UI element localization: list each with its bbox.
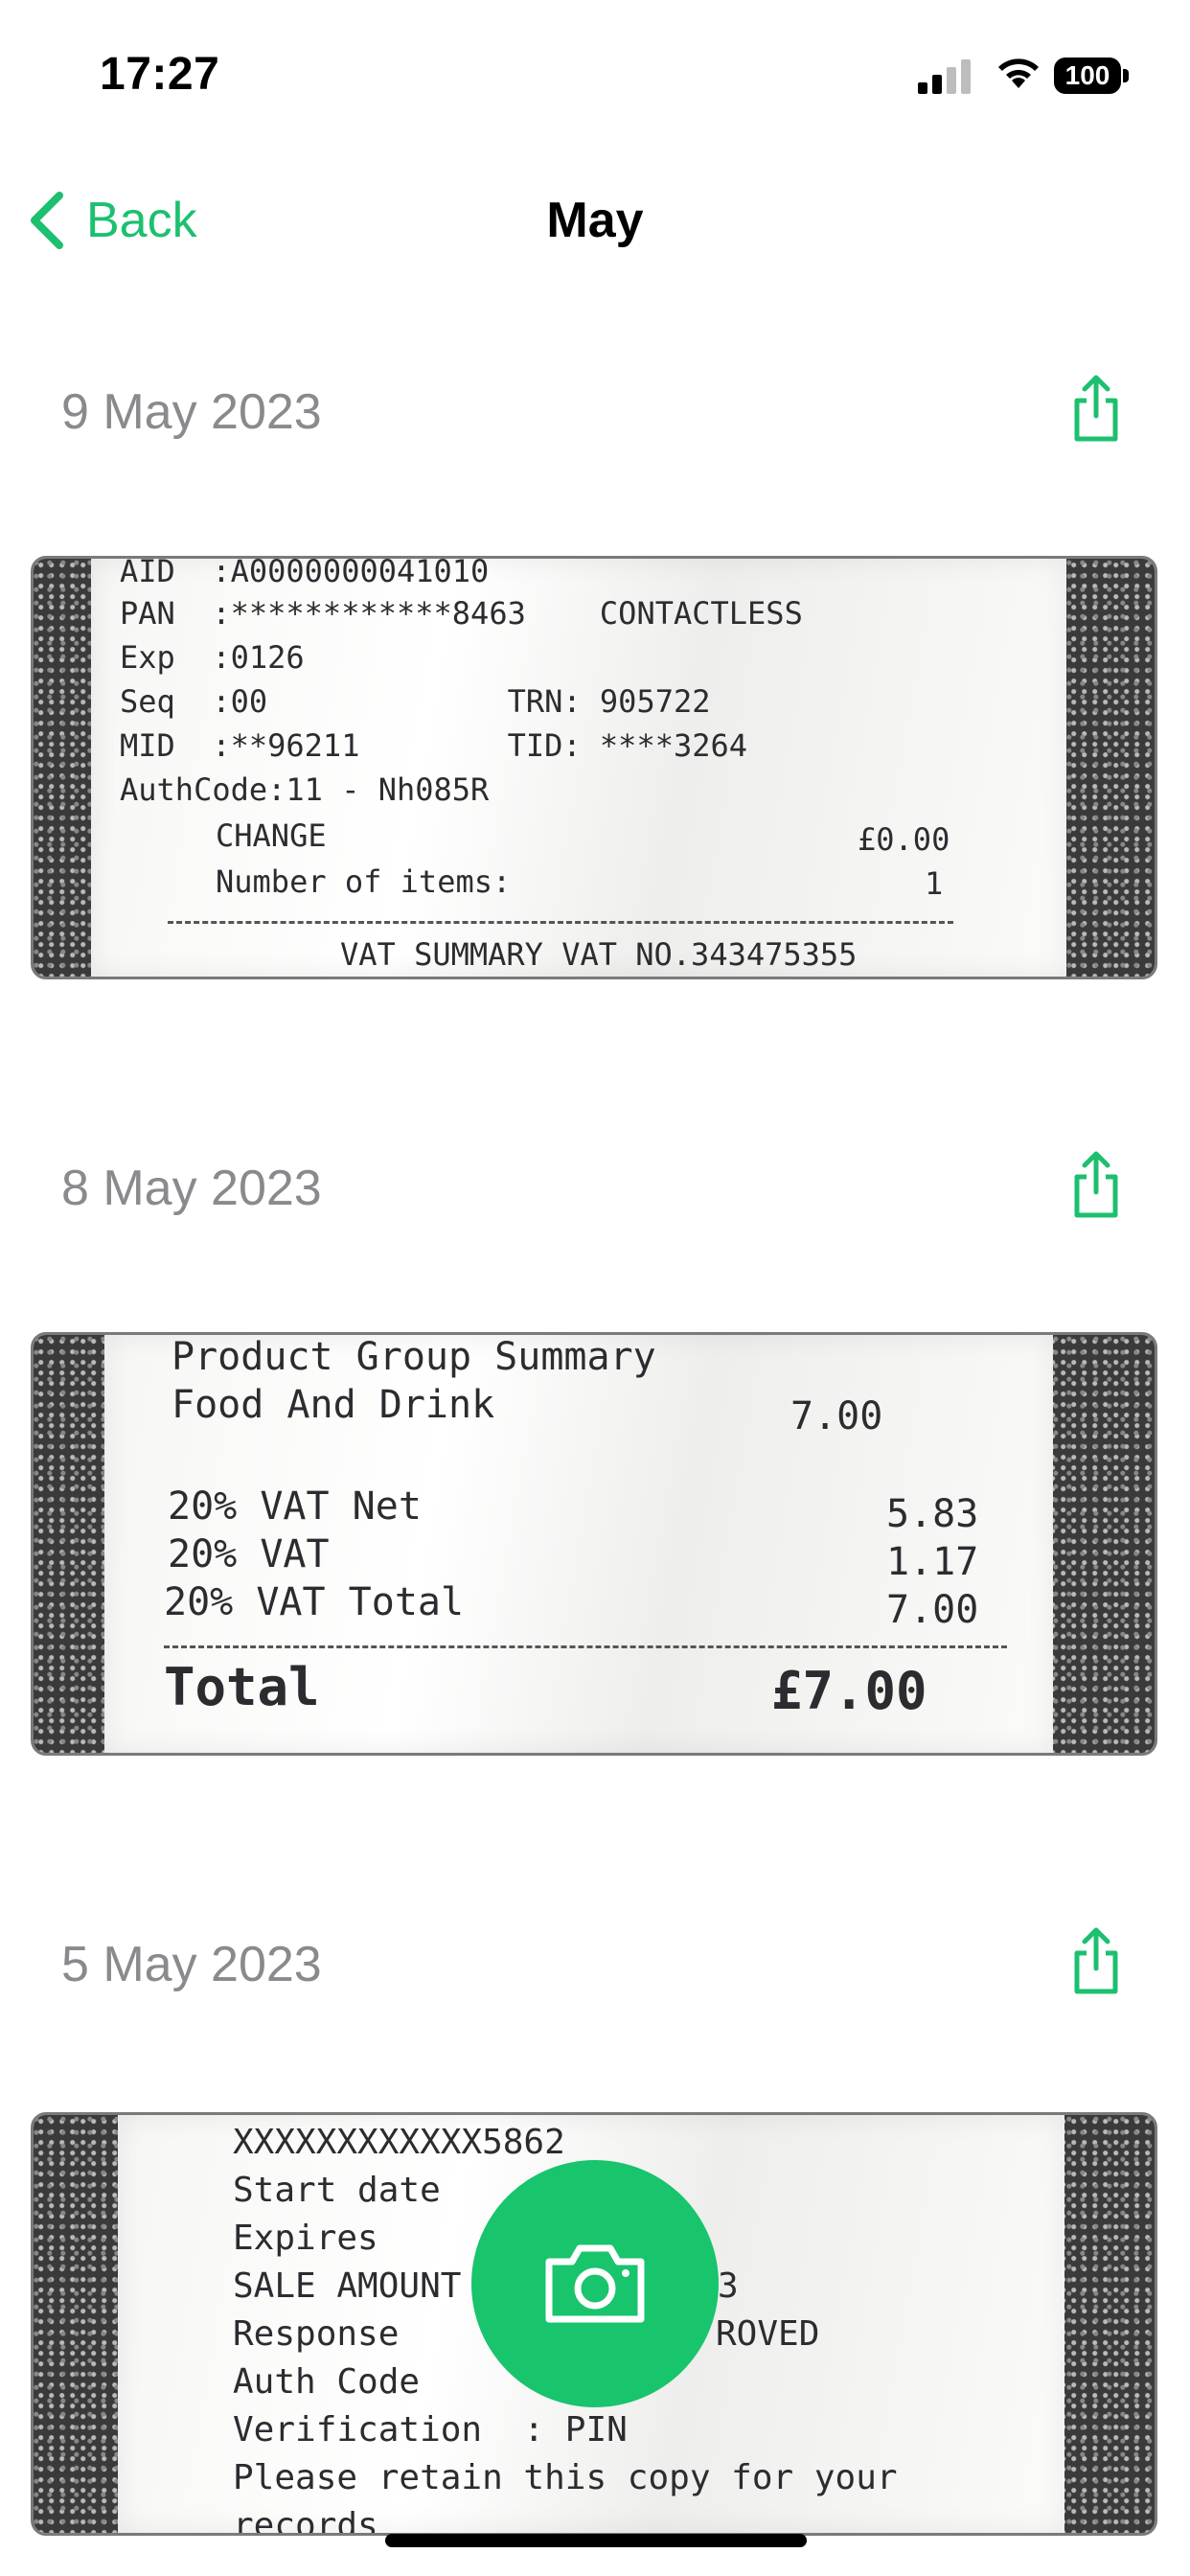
- receipt-line: 7.00: [790, 1394, 883, 1438]
- receipt-line: £7.00: [771, 1661, 927, 1721]
- section-date: 5 May 2023: [61, 1937, 322, 1992]
- receipt-line: 5.83: [886, 1492, 979, 1536]
- receipt-line: Start date: [233, 2171, 441, 2210]
- share-button[interactable]: [1069, 374, 1123, 445]
- share-icon: [1074, 1927, 1118, 1994]
- receipt-line: Product Group Summary: [172, 1335, 656, 1379]
- status-bar: 17:27 100: [0, 0, 1190, 144]
- page-title: May: [546, 193, 644, 248]
- battery-icon: 100: [1054, 58, 1131, 96]
- camera-button[interactable]: [471, 2160, 719, 2407]
- section-date: 9 May 2023: [61, 384, 322, 440]
- receipt-line: Please retain this copy for your: [233, 2458, 898, 2497]
- receipt-line: 1: [925, 865, 944, 902]
- receipt-divider: [168, 921, 953, 924]
- receipt-line: £0.00: [858, 821, 950, 858]
- receipt-line: AuthCode:11 - Nh085R: [120, 771, 490, 808]
- receipt-divider: [164, 1645, 1007, 1648]
- receipt-line: Number of items:: [216, 863, 512, 900]
- navigation-bar: Back May: [0, 153, 1190, 268]
- receipt-line: Verification : PIN: [233, 2410, 628, 2450]
- home-indicator: [385, 2534, 807, 2547]
- receipt-image[interactable]: Product Group Summary Food And Drink 7.0…: [31, 1332, 1157, 1756]
- receipt-line: CHANGE: [216, 817, 327, 854]
- section-date: 8 May 2023: [61, 1161, 322, 1216]
- camera-icon: [545, 2244, 645, 2323]
- share-button[interactable]: [1069, 1926, 1123, 1997]
- receipt-line: PAN :************8463 CONTACTLESS: [120, 595, 803, 632]
- share-icon: [1074, 375, 1118, 442]
- receipt-line: 7.00: [886, 1588, 979, 1632]
- share-button[interactable]: [1069, 1150, 1123, 1221]
- share-icon: [1074, 1151, 1118, 1218]
- wifi-icon: [998, 58, 1039, 88]
- receipt-line: Seq :00 TRN: 905722: [120, 683, 711, 720]
- receipt-line: ROVED: [716, 2314, 820, 2354]
- receipt-line: VAT SUMMARY VAT NO.343475355: [340, 936, 858, 973]
- receipt-line: 20% VAT Total: [164, 1580, 465, 1624]
- receipt-image[interactable]: AID :A0000000041010 PAN :************846…: [31, 556, 1157, 979]
- receipt-line: 20% VAT: [168, 1532, 330, 1576]
- receipt-line: MID :**96211 TID: ****3264: [120, 727, 748, 764]
- receipt-line: Total: [164, 1657, 320, 1717]
- receipt-line: Response: [233, 2314, 400, 2354]
- receipt-line: XXXXXXXXXXXX5862: [233, 2123, 565, 2162]
- receipt-line: Food And Drink: [172, 1383, 495, 1427]
- receipt-line: Expires: [233, 2219, 378, 2258]
- receipt-line: SALE AMOUNT: [233, 2266, 462, 2306]
- receipt-line: 1.17: [886, 1540, 979, 1584]
- receipt-line: 20% VAT Net: [168, 1484, 422, 1529]
- receipt-line: Exp :0126: [120, 639, 305, 676]
- status-time: 17:27: [100, 49, 220, 100]
- receipt-line: records: [233, 2506, 378, 2536]
- battery-level: 100: [1064, 60, 1110, 90]
- receipt-line: Auth Code: [233, 2362, 421, 2402]
- receipt-line: 3: [718, 2266, 739, 2306]
- cellular-signal-icon: [918, 59, 971, 94]
- receipt-line: AID :A0000000041010: [120, 556, 490, 589]
